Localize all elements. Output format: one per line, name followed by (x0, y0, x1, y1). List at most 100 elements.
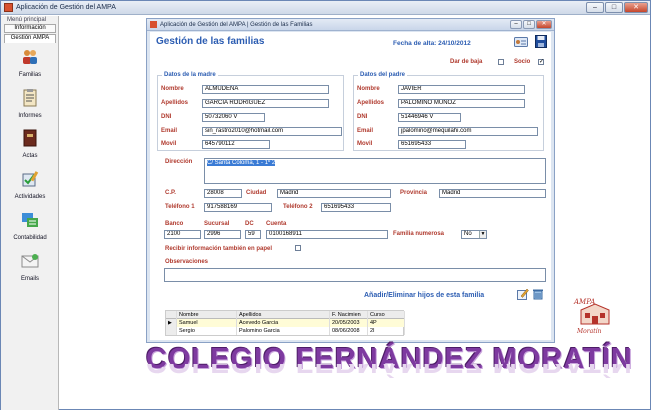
edit-children-icon[interactable] (517, 288, 529, 300)
table-row[interactable]: Sergio Palomino Garcia 08/06/2008 2I (166, 327, 405, 335)
familia-numerosa-label: Familia numerosa (393, 231, 445, 237)
padre-movil-label: Movil (357, 141, 373, 147)
chevron-down-icon: ▼ (479, 231, 486, 238)
main-title-bar[interactable]: Aplicación de Gestión del AMPA – □ ✕ (1, 1, 650, 15)
madre-nombre-label: Nombre (161, 86, 184, 92)
padre-dni-input[interactable]: 51446946 V (398, 113, 461, 122)
sidebar-item-label: Informes (18, 113, 42, 119)
padre-movil-input[interactable]: 651695433 (398, 140, 466, 149)
page-title: Gestión de las familias (156, 36, 265, 47)
cp-input[interactable]: 28008 (204, 189, 242, 198)
padre-apellidos-label: Apellidos (357, 100, 385, 106)
ciudad-input[interactable]: Madrid (277, 189, 391, 198)
observaciones-label: Observaciones (165, 259, 209, 265)
sidebar-item-informes[interactable]: Informes (1, 89, 59, 119)
madre-apellidos-input[interactable]: GARCIA RODRIGUEZ (202, 99, 329, 108)
col-apellidos[interactable]: Apellidos (237, 311, 330, 319)
familia-numerosa-select[interactable]: No ▼ (461, 230, 487, 239)
minimize-button[interactable]: – (586, 2, 604, 13)
inner-app-icon (150, 21, 157, 28)
dar-de-baja-checkbox[interactable] (498, 59, 504, 65)
padre-group: Datos del padre Nombre JAVIER Apellidos … (353, 72, 544, 151)
table-row[interactable]: ▶ Samuel Acevedo Garcia 20/05/2003 4P (166, 319, 405, 327)
families-title-bar[interactable]: Aplicación de Gestión del AMPA | Gestión… (147, 19, 554, 31)
row-selector[interactable]: ▶ (166, 319, 177, 327)
cell-apellidos: Acevedo Garcia (237, 319, 330, 327)
provincia-label: Provincia (400, 190, 428, 196)
padre-apellidos-input[interactable]: PALOMINO MUÑOZ (398, 99, 525, 108)
recibir-papel-label: Recibir información también en papel (165, 246, 273, 252)
madre-nombre-input[interactable]: ALMUDENA (202, 85, 329, 94)
recibir-papel-checkbox[interactable] (295, 245, 301, 251)
id-card-icon[interactable] (514, 36, 528, 48)
madre-movil-input[interactable]: 645790112 (202, 140, 270, 149)
provincia-input[interactable]: Madrid (439, 189, 546, 198)
sidebar-item-label: Actas (22, 153, 38, 159)
padre-nombre-label: Nombre (357, 86, 380, 92)
cell-nombre: Sergio (177, 327, 237, 335)
direccion-value: C/ Santa Coloma, 1 - 1º 2 (207, 160, 276, 166)
banco-label: Banco (165, 221, 184, 227)
direccion-input[interactable]: C/ Santa Coloma, 1 - 1º 2 (204, 158, 546, 184)
sidebar-item-contabilidad[interactable]: Contabilidad (1, 211, 59, 241)
telefono2-input[interactable]: 651695433 (321, 203, 391, 212)
sidebar-item-label: Actividades (14, 194, 46, 200)
inner-minimize-button[interactable]: – (510, 20, 522, 29)
cuenta-input[interactable]: 0100168911 (266, 230, 388, 239)
maximize-button[interactable]: □ (605, 2, 623, 13)
tab-informacion[interactable]: Información (4, 24, 56, 33)
sidebar-item-label: Contabilidad (13, 235, 47, 241)
tab-gestion-ampa[interactable]: Gestión AMPA (4, 34, 56, 43)
madre-legend: Datos de la madre (162, 72, 218, 78)
sidebar-item-actas[interactable]: Actas (1, 129, 59, 159)
fecha-alta: Fecha de alta: 24/10/2012 (393, 40, 471, 47)
padre-nombre-input[interactable]: JAVIER (398, 85, 525, 94)
accounting-icon (22, 213, 38, 227)
inner-maximize-button[interactable]: □ (523, 20, 535, 29)
col-nombre[interactable]: Nombre (177, 311, 237, 319)
sidebar: Menú principal Información Gestión AMPA … (1, 16, 59, 410)
inner-close-button[interactable]: ✕ (536, 20, 552, 29)
logo-bottom-text: Moratín (576, 328, 602, 335)
dc-input[interactable]: 59 (245, 230, 261, 239)
madre-email-input[interactable]: sin_rastro2010@hotmail.com (202, 127, 342, 136)
row-selector[interactable] (166, 327, 177, 335)
families-icon (23, 50, 37, 64)
close-button[interactable]: ✕ (624, 2, 648, 13)
sidebar-item-familias[interactable]: Familias (1, 48, 59, 78)
reports-icon (23, 89, 37, 107)
main-window-title: Aplicación de Gestión del AMPA (16, 4, 116, 11)
cell-apellidos: Palomino Garcia (237, 327, 330, 335)
cell-fnac: 20/05/2003 (330, 319, 368, 327)
dc-label: DC (245, 221, 254, 227)
minutes-book-icon (23, 129, 37, 147)
menu-label: Menú principal (7, 17, 47, 23)
ampa-logo: AMPA Moratín (573, 298, 610, 335)
telefono1-input[interactable]: 917588169 (204, 203, 272, 212)
telefono2-label: Teléfono 2 (283, 204, 313, 210)
col-curso[interactable]: Curso (368, 311, 405, 319)
col-fnac[interactable]: F. Nacimien (330, 311, 368, 319)
sidebar-item-actividades[interactable]: Actividades (1, 170, 59, 200)
save-icon[interactable] (535, 35, 547, 48)
sidebar-item-label: Emails (20, 276, 39, 282)
sidebar-item-emails[interactable]: Emails (1, 252, 59, 282)
sucursal-label: Sucursal (204, 221, 230, 227)
dar-de-baja-label: Dar de baja (450, 59, 483, 65)
activities-icon (22, 171, 39, 187)
sucursal-input[interactable]: 2996 (204, 230, 241, 239)
padre-email-input[interactable]: jpalomino@mequilahi.com (398, 127, 538, 136)
banco-input[interactable]: 2100 (164, 230, 201, 239)
socio-label: Socio (514, 59, 531, 65)
table-header: Nombre Apellidos F. Nacimien Curso (166, 311, 405, 319)
madre-movil-label: Movil (161, 141, 177, 147)
cp-label: C.P. (165, 190, 176, 196)
hijos-link[interactable]: Añadir/Eliminar hijos de esta familia (364, 292, 484, 299)
observaciones-input[interactable] (164, 268, 546, 282)
socio-checkbox[interactable]: ✓ (538, 59, 544, 65)
madre-dni-label: DNI (161, 114, 172, 120)
madre-dni-input[interactable]: 50732060 V (202, 113, 265, 122)
cell-fnac: 08/06/2008 (330, 327, 368, 335)
cell-curso: 2I (368, 327, 405, 335)
delete-children-icon[interactable] (532, 288, 544, 300)
